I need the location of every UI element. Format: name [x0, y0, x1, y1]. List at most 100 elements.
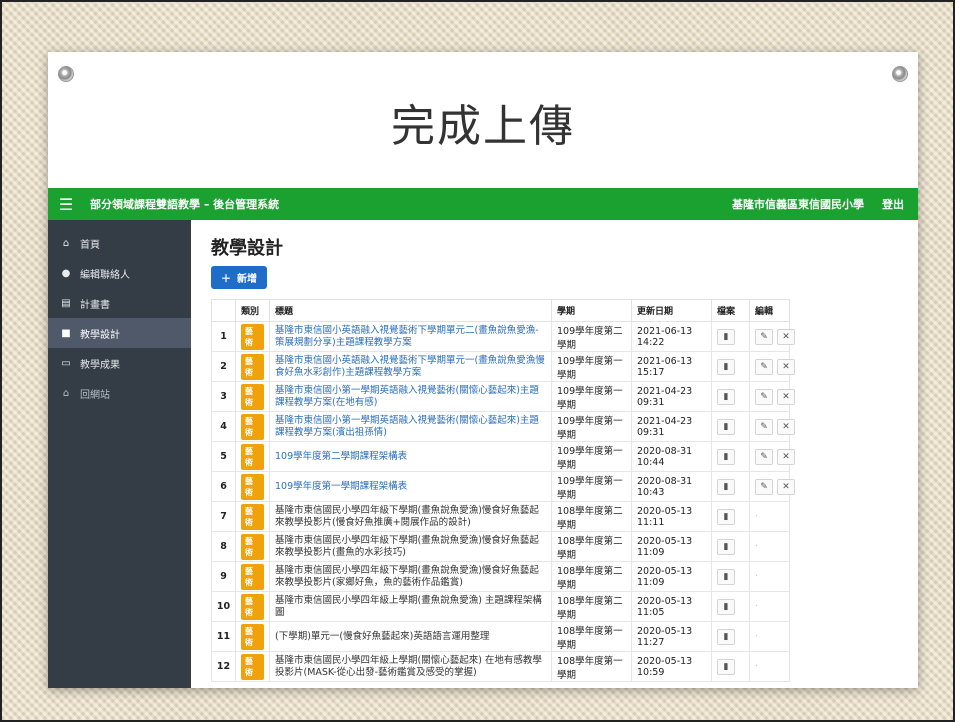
edit-icon[interactable]: ✎	[755, 418, 773, 435]
row-number: 4	[211, 411, 236, 442]
add-button-label: 新增	[237, 274, 257, 285]
file-icon[interactable]: ▮	[717, 508, 735, 525]
sidebar: ⌂ 首頁 ● 編輯聯絡人 ▤ 計畫書 ■ 教學設計 ▭ 教學成果 ⌂ 回網站	[48, 220, 191, 688]
date-cell: 2020-05-13 10:59	[631, 651, 712, 682]
semester-cell: 109學年度第一學期	[551, 411, 632, 442]
row-number: 12	[211, 651, 236, 682]
file-cell: ▮	[711, 531, 750, 562]
sidebar-item-4[interactable]: ▭ 教學成果	[48, 348, 191, 378]
file-icon[interactable]: ▮	[717, 598, 735, 615]
add-button[interactable]: ＋ 新增	[211, 266, 267, 289]
semester-cell: 109學年度第一學期	[551, 441, 632, 472]
title-cell: (下學期)單元一(慢食好魚藝起來)英語語言運用整理	[269, 621, 552, 652]
file-cell: ▮	[711, 411, 750, 442]
file-icon[interactable]: ▮	[717, 388, 735, 405]
title-link[interactable]: 基隆市東信國小英語融入視覺藝術下學期單元二(畫魚說魚愛漁-策展規劃分享)主題課程…	[275, 325, 539, 348]
sidebar-item-0[interactable]: ⌂ 首頁	[48, 228, 191, 258]
date-cell: 2020-05-13 11:09	[631, 561, 712, 592]
edit-icon[interactable]: ✎	[755, 358, 773, 375]
sidebar-item-label: 首頁	[80, 239, 100, 251]
close-icon[interactable]: ✕	[777, 328, 795, 345]
table-row: 1 藝術 基隆市東信國小英語融入視覺藝術下學期單元二(畫魚說魚愛漁-策展規劃分享)主…	[211, 321, 795, 352]
date-cell: 2020-05-13 11:11	[631, 501, 712, 532]
sidebar-item-3[interactable]: ■ 教學設計	[48, 318, 191, 348]
app-brand[interactable]: 部分領域課程雙語教學 – 後台管理系統	[84, 196, 732, 212]
edit-icon[interactable]: ✎	[755, 478, 773, 495]
title-cell[interactable]: 基隆市東信國小第一學期英語融入視覺藝術(關懷心藝起來)主題課程教學方案(濱出祖孫…	[269, 411, 552, 442]
title-text: 基隆市東信國民小學四年級上學期(關懷心藝起來) 在地有感教學投影片(MASK-從…	[275, 654, 542, 678]
plus-icon: ＋	[221, 274, 231, 285]
edit-cell: ✎ ✕	[749, 441, 795, 472]
edit-icon[interactable]: ✎	[755, 328, 773, 345]
table-row: 2 藝術 基隆市東信國小英語融入視覺藝術下學期單元一(畫魚說魚愛漁慢食好魚水彩創作)…	[211, 351, 795, 382]
edit-icon[interactable]: ✎	[755, 448, 773, 465]
category-badge: 藝術	[241, 623, 264, 650]
close-icon[interactable]: ✕	[777, 388, 795, 405]
title-cell[interactable]: 基隆市東信國小第一學期英語融入視覺藝術(關懷心藝起來)主題課程教學方案(在地有感…	[269, 381, 552, 412]
sidebar-item-2[interactable]: ▤ 計畫書	[48, 288, 191, 318]
logout-link[interactable]: 登出	[882, 196, 918, 212]
home-icon: ⌂	[62, 237, 70, 249]
file-icon[interactable]: ▮	[717, 658, 735, 675]
file-icon[interactable]: ▮	[717, 358, 735, 375]
category-cell: 藝術	[235, 591, 270, 622]
row-number: 9	[211, 561, 236, 592]
file-icon[interactable]: ▮	[717, 568, 735, 585]
pin-icon	[58, 66, 74, 82]
user-icon: ●	[61, 267, 71, 279]
row-number: 10	[211, 591, 236, 622]
empty-marker: ·	[755, 511, 759, 522]
file-icon[interactable]: ▮	[717, 478, 735, 495]
close-icon[interactable]: ✕	[777, 448, 795, 465]
title-cell[interactable]: 109學年度第二學期課程架構表	[269, 441, 552, 472]
column-header-updated: 更新日期	[631, 299, 712, 322]
sidebar-item-5[interactable]: ⌂ 回網站	[48, 378, 191, 408]
file-icon[interactable]: ▮	[717, 448, 735, 465]
category-cell: 藝術	[235, 531, 270, 562]
date-cell: 2021-06-13 15:17	[631, 351, 712, 382]
semester-cell: 108學年度第二學期	[551, 561, 632, 592]
date-cell: 2020-05-13 11:09	[631, 531, 712, 562]
file-icon[interactable]: ▮	[717, 628, 735, 645]
file-icon[interactable]: ▮	[717, 328, 735, 345]
file-icon[interactable]: ▮	[717, 418, 735, 435]
category-cell: 藝術	[235, 321, 270, 352]
title-link[interactable]: 基隆市東信國小第一學期英語融入視覺藝術(關懷心藝起來)主題課程教學方案(在地有感…	[275, 385, 539, 408]
date-cell: 2020-05-13 11:27	[631, 621, 712, 652]
title-link[interactable]: 109學年度第二學期課程架構表	[275, 451, 407, 462]
edit-icon[interactable]: ✎	[755, 388, 773, 405]
title-cell[interactable]: 109學年度第一學期課程架構表	[269, 471, 552, 502]
close-icon[interactable]: ✕	[777, 418, 795, 435]
title-cell[interactable]: 基隆市東信國小英語融入視覺藝術下學期單元二(畫魚說魚愛漁-策展規劃分享)主題課程…	[269, 321, 552, 352]
title-link[interactable]: 基隆市東信國小英語融入視覺藝術下學期單元一(畫魚說魚愛漁慢食好魚水彩創作)主題課…	[275, 355, 545, 378]
column-header-file: 檔案	[711, 299, 750, 322]
category-cell: 藝術	[235, 501, 270, 532]
sidebar-item-label: 編輯聯絡人	[80, 269, 130, 281]
file-cell: ▮	[711, 651, 750, 682]
category-cell: 藝術	[235, 351, 270, 382]
category-badge: 藝術	[241, 323, 264, 350]
title-cell: 基隆市東信國民小學四年級上學期(關懷心藝起來) 在地有感教學投影片(MASK-從…	[269, 651, 552, 682]
hamburger-icon[interactable]: ☰	[48, 195, 84, 214]
semester-cell: 108學年度第二學期	[551, 501, 632, 532]
title-link[interactable]: 基隆市東信國小第一學期英語融入視覺藝術(關懷心藝起來)主題課程教學方案(濱出祖孫…	[275, 415, 539, 438]
title-text: (下學期)單元一(慢食好魚藝起來)英語語言運用整理	[275, 630, 490, 642]
pin-icon	[892, 66, 908, 82]
row-number: 11	[211, 621, 236, 652]
empty-marker: ·	[755, 601, 759, 612]
title-cell[interactable]: 基隆市東信國小英語融入視覺藝術下學期單元一(畫魚說魚愛漁慢食好魚水彩創作)主題課…	[269, 351, 552, 382]
slide-card: 完成上傳 ☰ 部分領域課程雙語教學 – 後台管理系統 基隆市信義區東信國民小學 …	[48, 52, 918, 688]
close-icon[interactable]: ✕	[777, 358, 795, 375]
file-icon[interactable]: ▮	[717, 538, 735, 555]
semester-cell: 109學年度第二學期	[551, 321, 632, 352]
sidebar-item-1[interactable]: ● 編輯聯絡人	[48, 258, 191, 288]
image-icon: ▭	[61, 357, 71, 369]
category-badge: 藝術	[241, 653, 264, 680]
title-cell: 基隆市東信國民小學四年級下學期(畫魚說魚愛漁)慢食好魚藝起來教學投影片(畫魚的水…	[269, 531, 552, 562]
table-row: 4 藝術 基隆市東信國小第一學期英語融入視覺藝術(關懷心藝起來)主題課程教學方案(濱…	[211, 411, 795, 442]
title-link[interactable]: 109學年度第一學期課程架構表	[275, 481, 407, 492]
file-cell: ▮	[711, 471, 750, 502]
semester-cell: 109學年度第一學期	[551, 381, 632, 412]
close-icon[interactable]: ✕	[777, 478, 795, 495]
table-row: 9 藝術 基隆市東信國民小學四年級下學期(畫魚說魚愛漁)慢食好魚藝起來教學投影片(家…	[211, 561, 790, 592]
